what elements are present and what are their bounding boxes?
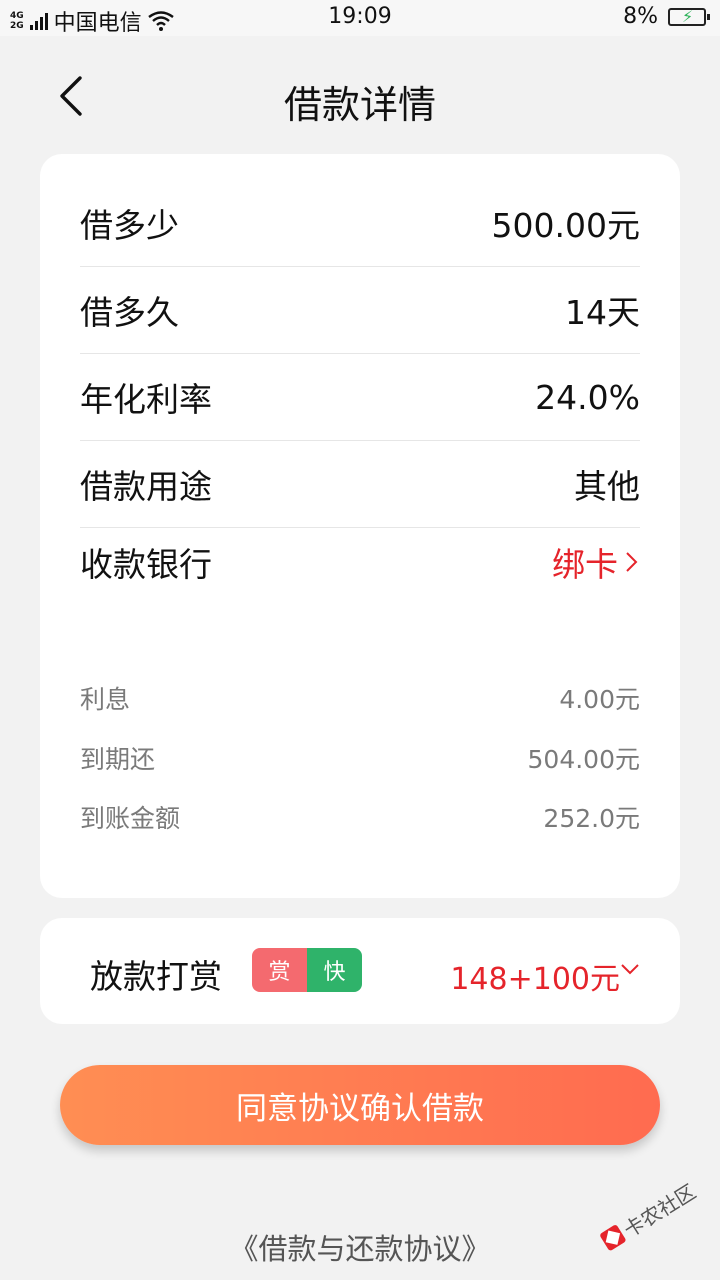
detail-label: 借多少	[80, 206, 179, 245]
detail-value: 500.00元	[491, 206, 640, 245]
minor-label: 利息	[80, 685, 131, 714]
detail-value: 24.0%	[535, 377, 640, 417]
reward-selector[interactable]: 放款打赏 赏 快 148+100元	[40, 918, 680, 1024]
status-bar: 4G 2G 中国电信 19:09 8% ⚡	[0, 0, 720, 36]
chevron-right-icon	[626, 552, 638, 572]
bind-card-link[interactable]: 绑卡	[552, 538, 640, 586]
status-time: 19:09	[328, 4, 392, 29]
detail-value: 14天	[565, 293, 640, 332]
status-right: 8% ⚡	[623, 4, 710, 29]
reward-badges: 赏 快	[252, 948, 362, 992]
minor-label: 到期还	[80, 745, 156, 774]
charging-icon: ⚡	[682, 6, 694, 26]
minor-value: 252.0元	[543, 804, 640, 833]
minor-label: 到账金额	[80, 804, 181, 833]
reward-amount: 148+100元	[450, 962, 620, 997]
chevron-down-icon	[621, 964, 639, 975]
detail-row-term: 借多久 14天	[80, 267, 640, 354]
battery-icon: ⚡	[668, 6, 710, 26]
detail-row-rate: 年化利率 24.0%	[80, 354, 640, 441]
detail-label: 借款用途	[80, 467, 212, 506]
minor-row-received: 到账金额 252.0元	[80, 797, 640, 837]
minor-value: 4.00元	[559, 685, 640, 714]
reward-badge: 赏	[252, 948, 307, 992]
bind-card-label: 绑卡	[552, 545, 618, 584]
fast-badge: 快	[307, 948, 362, 992]
detail-label: 年化利率	[80, 380, 212, 419]
battery-percent: 8%	[623, 4, 658, 29]
detail-label: 收款银行	[80, 545, 212, 584]
detail-value: 其他	[574, 467, 640, 506]
reward-label: 放款打赏	[90, 957, 222, 996]
detail-row-purpose: 借款用途 其他	[80, 441, 640, 528]
minor-row-interest: 利息 4.00元	[80, 678, 640, 718]
minor-value: 504.00元	[527, 745, 640, 774]
detail-row-amount: 借多少 500.00元	[80, 180, 640, 267]
confirm-loan-button[interactable]: 同意协议确认借款	[60, 1065, 660, 1145]
detail-label: 借多久	[80, 293, 179, 332]
detail-row-bank: 收款银行 绑卡	[80, 518, 640, 606]
nav-header: 借款详情	[0, 36, 720, 154]
page-title: 借款详情	[283, 83, 436, 127]
loan-details-card: 借多少 500.00元 借多久 14天 年化利率 24.0% 借款用途 其他 收…	[40, 154, 680, 898]
minor-row-due: 到期还 504.00元	[80, 738, 640, 778]
